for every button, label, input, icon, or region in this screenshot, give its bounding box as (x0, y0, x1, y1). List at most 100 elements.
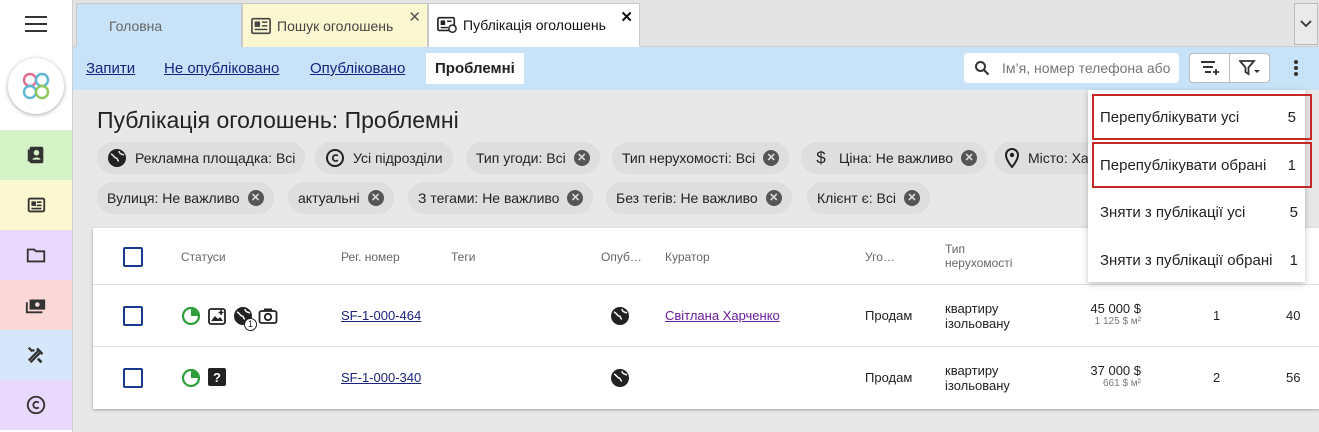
price-per-m2: 661 $ м² (1102, 378, 1141, 389)
select-all-checkbox[interactable] (123, 247, 143, 267)
tools-icon (27, 346, 44, 364)
status-active-icon (181, 306, 201, 326)
subnav-published[interactable]: Опубліковано (310, 60, 405, 77)
rail-item-tools[interactable] (0, 330, 72, 380)
price-cell: 45 000 $ 1 125 $ м² (1081, 301, 1141, 327)
copyright-icon (325, 148, 345, 168)
add-filter-button[interactable] (1190, 54, 1230, 82)
menu-item-label: Перепублікувати обрані (1100, 156, 1267, 174)
menu-icon[interactable] (25, 16, 47, 32)
copyright-icon (26, 395, 46, 415)
reg-number-link[interactable]: SF-1-000-340 (341, 370, 421, 385)
property-subtype: ізольовану (945, 378, 1010, 393)
price: 37 000 $ (1090, 363, 1141, 378)
chip-label: Ціна: Не важливо (839, 150, 954, 166)
chip-client[interactable]: Клієнт є: Всі ✕ (807, 182, 930, 214)
close-icon[interactable]: ✕ (247, 190, 264, 206)
col-header-type: Тип (945, 242, 966, 256)
rail-item-folders[interactable] (0, 230, 72, 280)
actions-dropdown-menu: Перепублікувати усі 5 Перепублікувати об… (1088, 90, 1312, 282)
chip-with-tags[interactable]: З тегами: Не важливо ✕ (408, 182, 594, 214)
filter-menu-button[interactable] (1230, 54, 1269, 82)
app-logo[interactable] (8, 58, 64, 114)
rail-item-finance[interactable] (0, 280, 72, 330)
chip-actual[interactable]: актуальні ✕ (288, 182, 394, 214)
chip-ad-platform[interactable]: Рекламна площадка: Всі (97, 142, 306, 174)
chip-without-tags[interactable]: Без тегів: Не важливо ✕ (606, 182, 792, 214)
photo-add-icon (208, 308, 226, 325)
chip-label: актуальні (298, 190, 360, 206)
menu-item-label: Зняти з публікації усі (1100, 203, 1246, 221)
deal-type: Продам (865, 370, 913, 385)
folder-icon (26, 248, 46, 263)
chip-city[interactable]: Місто: Ха (994, 142, 1094, 174)
menu-item-unpublish-selected[interactable]: Зняти з публікації обрані 1 (1092, 237, 1312, 283)
close-icon[interactable]: ✕ (367, 190, 384, 206)
subnav-unpublished[interactable]: Не опубліковано (164, 60, 279, 77)
rail-item-listings[interactable] (0, 180, 72, 230)
col-header-deal: Уго… (865, 250, 895, 264)
search-icon (975, 61, 990, 76)
globe-icon (611, 307, 629, 325)
contacts-icon (27, 146, 44, 164)
rail-item-copyright[interactable] (0, 380, 72, 430)
status-active-icon (181, 368, 201, 388)
globe-icon (611, 369, 629, 387)
filter-button-group (1189, 53, 1270, 83)
menu-item-unpublish-all[interactable]: Зняти з публікації усі 5 (1092, 189, 1312, 235)
chip-label: Клієнт є: Всі (817, 190, 896, 206)
tab-search-label: Пошук оголошень (277, 17, 394, 34)
col-header-tags: Теги (451, 250, 476, 264)
subnav-problematic[interactable]: Проблемні (426, 53, 524, 84)
tab-list-chevron-down-icon[interactable] (1294, 3, 1318, 45)
chip-street[interactable]: Вулиця: Не важливо ✕ (97, 182, 274, 214)
more-options-button[interactable] (1286, 57, 1306, 79)
more-vert-icon (1294, 60, 1298, 76)
curator-link[interactable]: Світлана Харченко (665, 308, 780, 323)
table-row[interactable]: 1 SF-1-000-464 Світлана Харченко Продам … (93, 284, 1319, 346)
row-checkbox[interactable] (123, 306, 143, 326)
close-icon[interactable]: ✕ (763, 150, 780, 166)
publication-count-badge: 1 (244, 318, 257, 331)
deal-type: Продам (865, 308, 913, 323)
close-icon[interactable]: ✕ (573, 150, 590, 166)
camera-icon (258, 308, 278, 324)
chip-departments[interactable]: Усі підрозділи (315, 142, 453, 174)
subnav-requests[interactable]: Запити (86, 60, 135, 77)
tab-search-listings[interactable]: Пошук оголошень ✕ (242, 3, 428, 47)
chip-deal-type[interactable]: Тип угоди: Всі ✕ (466, 142, 600, 174)
page-title: Публікація оголошень: Проблемні (97, 107, 459, 133)
close-icon[interactable]: ✕ (567, 190, 584, 206)
col-header-curator: Куратор (665, 250, 710, 264)
menu-item-label: Зняти з публікації обрані (1100, 251, 1273, 269)
menu-item-count: 5 (1287, 108, 1296, 126)
search-input[interactable] (1002, 60, 1172, 76)
chip-label: Усі підрозділи (353, 150, 443, 166)
close-icon[interactable]: ✕ (620, 8, 633, 26)
close-icon[interactable]: ✕ (765, 190, 782, 206)
price-per-m2: 1 125 $ м² (1094, 316, 1141, 327)
close-icon[interactable]: ✕ (408, 8, 421, 26)
price-cell: 37 000 $ 661 $ м² (1081, 363, 1141, 389)
tab-publication[interactable]: Публікація оголошень ✕ (428, 3, 640, 47)
close-icon[interactable]: ✕ (903, 190, 920, 206)
property-type: квартиру (945, 363, 999, 378)
rail-item-clients[interactable] (0, 130, 72, 180)
chip-property-type[interactable]: Тип нерухомості: Всі ✕ (612, 142, 790, 174)
chip-price[interactable]: $ Ціна: Не важливо ✕ (801, 142, 988, 174)
globe-icon (107, 148, 127, 168)
row-checkbox[interactable] (123, 368, 143, 388)
reg-number-link[interactable]: SF-1-000-464 (341, 308, 421, 323)
tab-home[interactable]: Головна (76, 3, 242, 47)
money-icon (25, 299, 46, 314)
app-root: Головна Пошук оголошень ✕ Публікація ого… (0, 0, 1319, 432)
col-header-published: Опуб… (601, 250, 642, 264)
menu-item-republish-all[interactable]: Перепублікувати усі 5 (1092, 94, 1312, 140)
table-row[interactable]: ? SF-1-000-340 Продам квартиру ізольован… (93, 346, 1319, 408)
subnav-bar: Запити Не опубліковано Опубліковано Проб… (73, 47, 1319, 90)
tab-publication-label: Публікація оголошень (463, 17, 606, 33)
menu-item-republish-selected[interactable]: Перепублікувати обрані 1 (1092, 142, 1312, 188)
menu-item-count: 5 (1289, 203, 1298, 221)
close-icon[interactable]: ✕ (961, 150, 978, 166)
property-subtype: ізольовану (945, 316, 1010, 331)
